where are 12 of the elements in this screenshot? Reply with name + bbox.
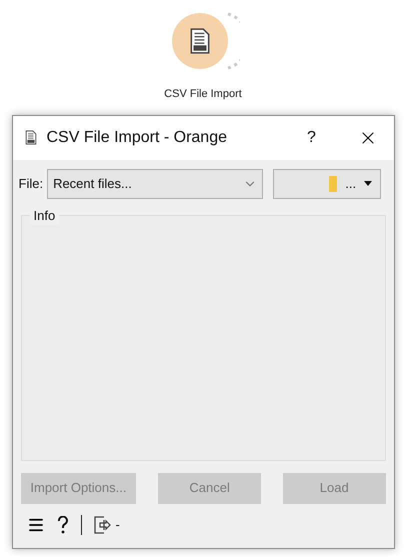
output-icon[interactable] bbox=[94, 516, 112, 534]
csv-file-icon bbox=[188, 28, 211, 54]
window-icon bbox=[24, 130, 36, 145]
window-title: CSV File Import - Orange bbox=[46, 128, 227, 148]
browse-button[interactable]: ... bbox=[273, 168, 382, 198]
node-label: CSV File Import bbox=[164, 87, 242, 102]
recent-files-dropdown[interactable]: Recent files... bbox=[47, 168, 264, 198]
help-button[interactable]: ? bbox=[292, 126, 332, 150]
dropdown-arrow-icon bbox=[364, 181, 372, 186]
file-label: File: bbox=[18, 174, 44, 193]
output-status: - bbox=[116, 516, 120, 534]
help-icon[interactable] bbox=[56, 516, 68, 534]
